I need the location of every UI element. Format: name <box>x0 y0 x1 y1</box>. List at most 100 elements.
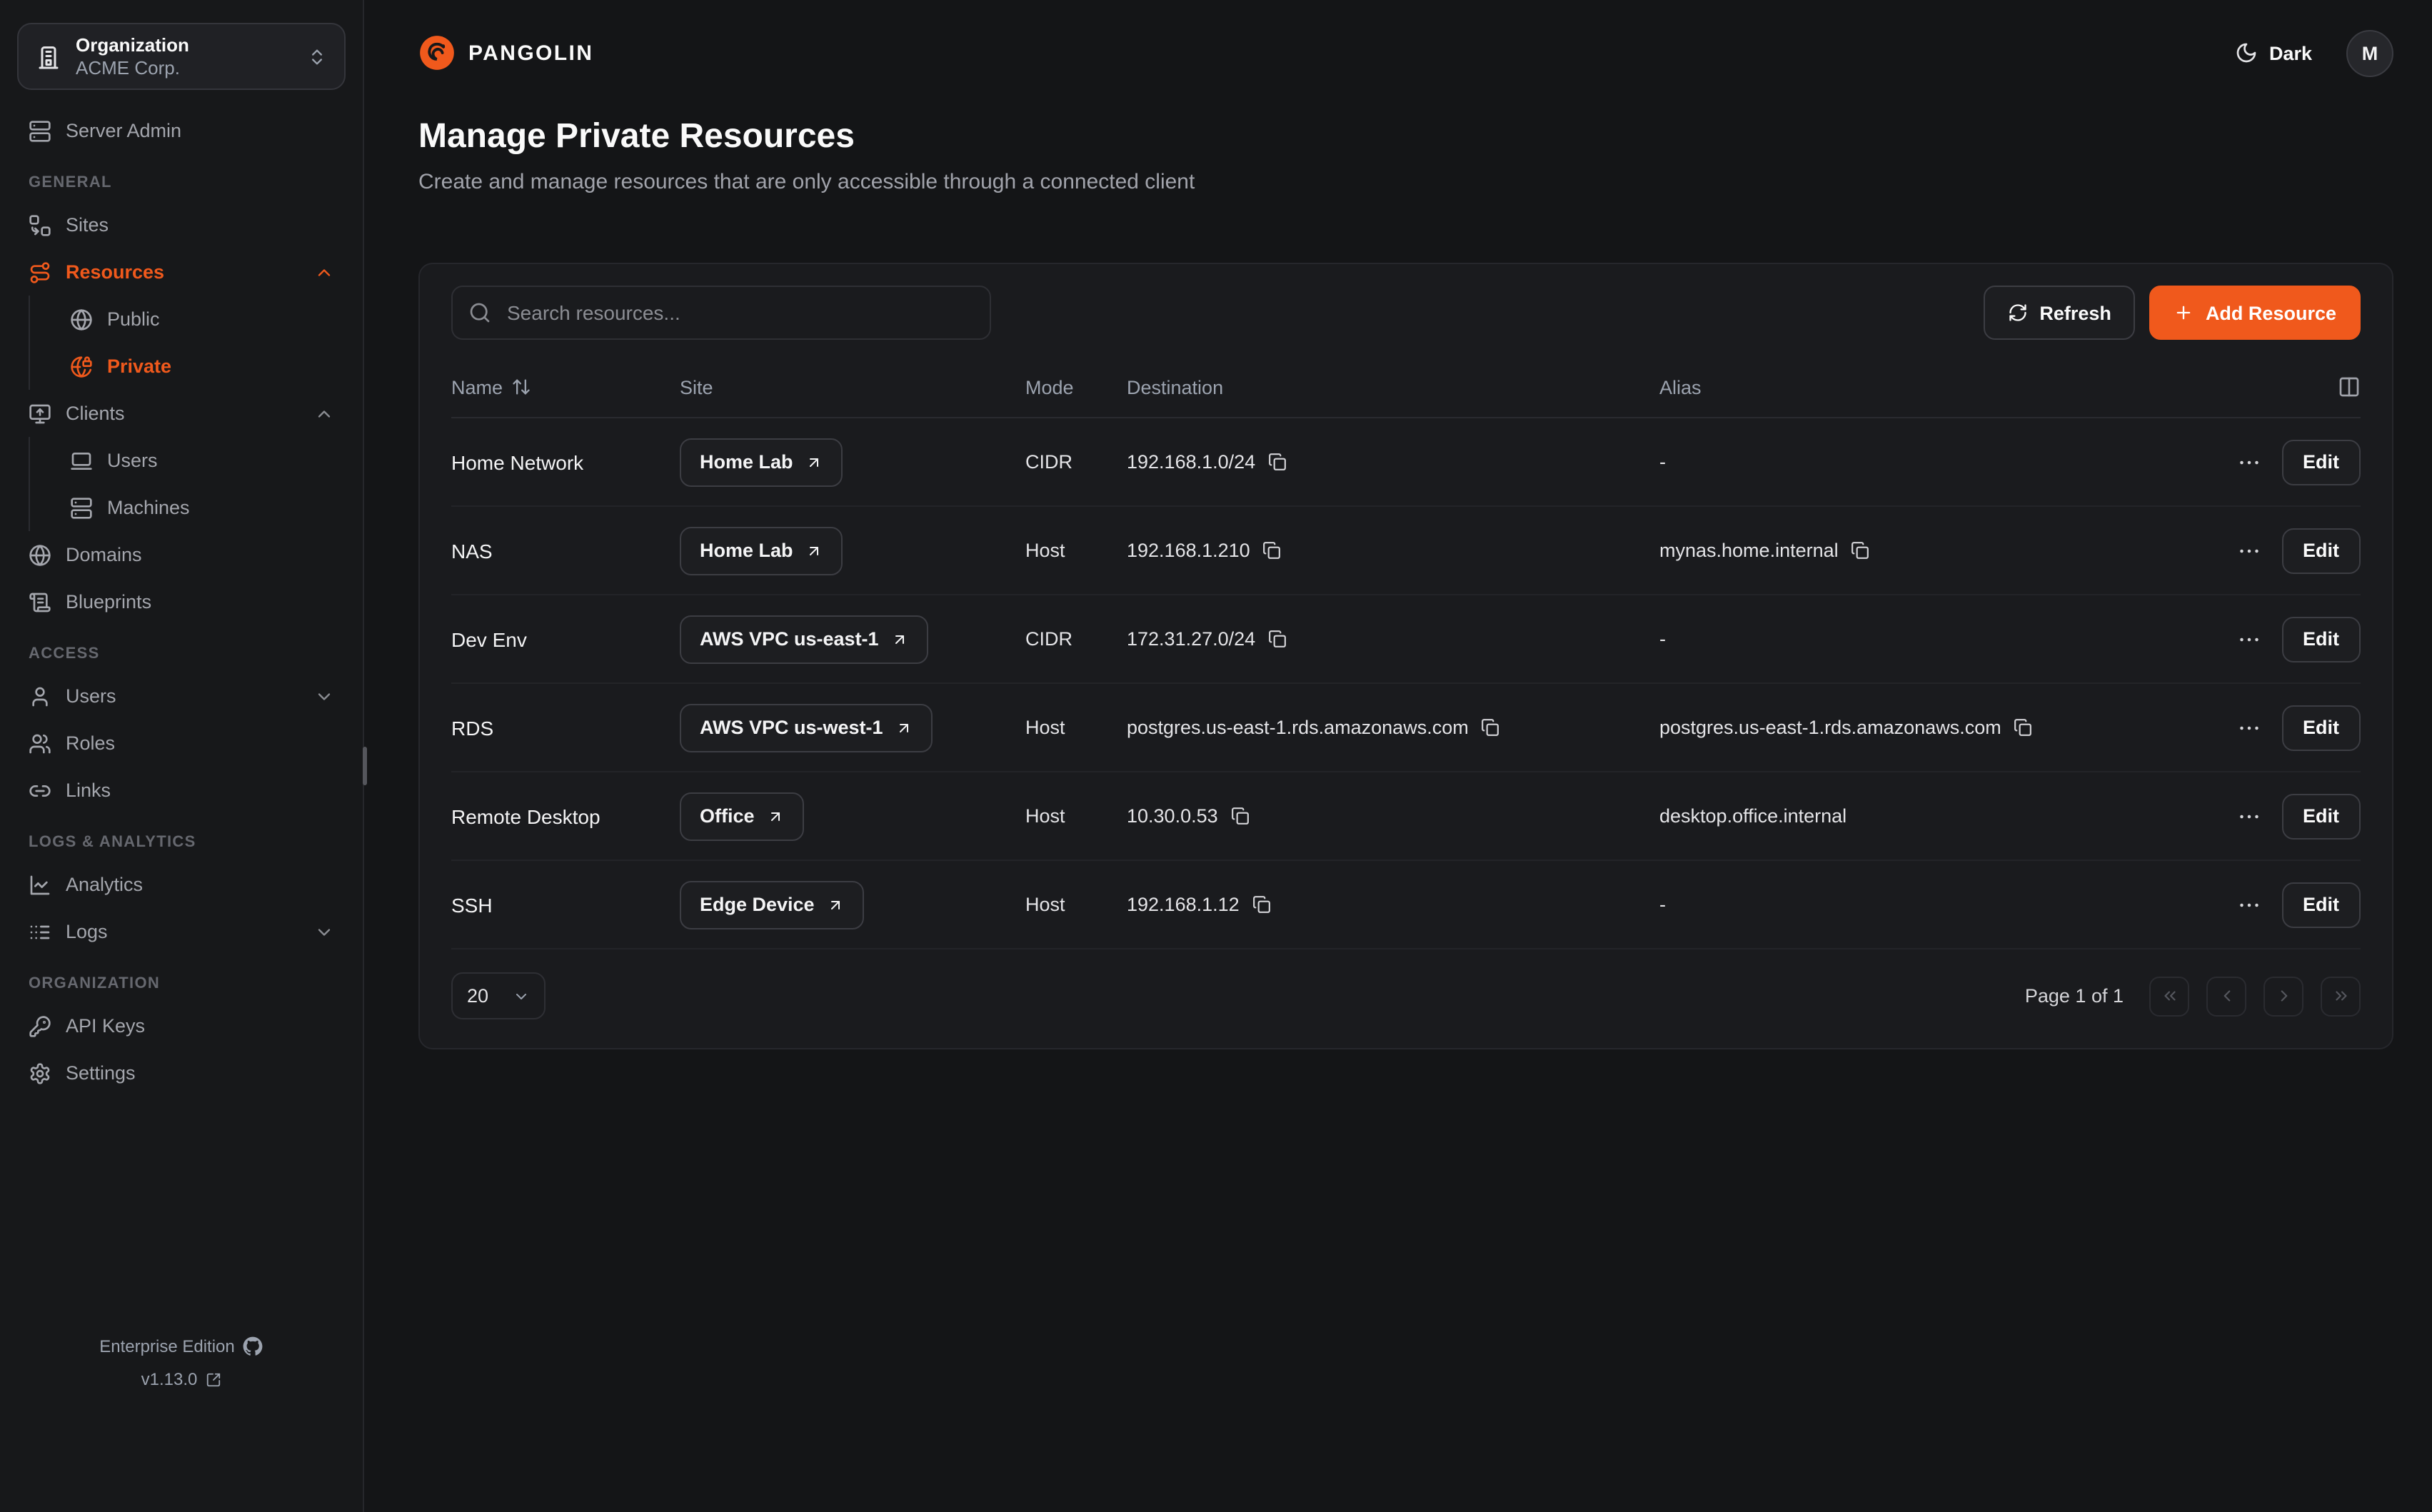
search-icon <box>468 301 491 324</box>
sidebar-item-sites[interactable]: Sites <box>17 201 346 248</box>
edition-label: Enterprise Edition <box>99 1336 234 1356</box>
gear-icon <box>29 1062 51 1084</box>
site-link-button[interactable]: Edge Device <box>680 880 865 929</box>
next-page-button[interactable] <box>2263 976 2303 1016</box>
sidebar-item-server-admin[interactable]: Server Admin <box>17 107 346 154</box>
brand-logo[interactable]: PANGOLIN <box>418 34 593 71</box>
sidebar-item-client-users[interactable]: Users <box>59 437 346 484</box>
sidebar-item-label: Sites <box>66 214 109 236</box>
sidebar-scrollbar[interactable] <box>363 747 367 785</box>
chevrons-up-down-icon <box>307 46 327 66</box>
copy-icon[interactable] <box>1252 895 1271 914</box>
copy-icon[interactable] <box>1268 453 1287 471</box>
columns-toggle-button[interactable] <box>2338 376 2361 398</box>
sidebar-item-machines[interactable]: Machines <box>59 484 346 531</box>
key-icon <box>29 1014 51 1037</box>
row-menu-button[interactable] <box>2236 449 2261 475</box>
edit-button[interactable]: Edit <box>2281 616 2361 662</box>
site-link-button[interactable]: Home Lab <box>680 526 843 575</box>
sidebar-item-label: Analytics <box>66 874 143 895</box>
page-size-value: 20 <box>467 985 488 1007</box>
refresh-button[interactable]: Refresh <box>1984 286 2136 340</box>
sidebar-item-users[interactable]: Users <box>17 672 346 720</box>
sidebar-item-label: Server Admin <box>66 120 181 141</box>
site-link-button[interactable]: Home Lab <box>680 438 843 486</box>
edition-link[interactable]: Enterprise Edition <box>99 1336 263 1356</box>
first-page-button[interactable] <box>2149 976 2189 1016</box>
add-resource-button[interactable]: Add Resource <box>2150 286 2361 340</box>
card-toolbar: Refresh Add Resource <box>451 286 2361 340</box>
chevron-right-icon <box>2274 987 2293 1005</box>
edit-button[interactable]: Edit <box>2281 793 2361 839</box>
chevron-up-icon <box>314 403 334 423</box>
alias-value: - <box>1659 894 1666 915</box>
copy-icon[interactable] <box>1268 630 1287 648</box>
copy-icon[interactable] <box>1482 718 1500 737</box>
row-menu-button[interactable] <box>2236 803 2261 829</box>
sidebar-item-label: Public <box>107 308 160 330</box>
edit-button[interactable]: Edit <box>2281 528 2361 573</box>
row-menu-button[interactable] <box>2236 715 2261 740</box>
edit-button[interactable]: Edit <box>2281 882 2361 927</box>
copy-icon[interactable] <box>1231 807 1250 825</box>
sidebar-item-label: Settings <box>66 1062 136 1084</box>
table-row: Dev Env AWS VPC us-east-1 CIDR 172.31.27… <box>451 595 2361 684</box>
sidebar-item-resources[interactable]: Resources <box>17 248 346 296</box>
sidebar-item-settings[interactable]: Settings <box>17 1049 346 1097</box>
sidebar-footer: Enterprise Edition v1.13.0 <box>17 1336 346 1389</box>
edit-button[interactable]: Edit <box>2281 705 2361 750</box>
last-page-button[interactable] <box>2321 976 2361 1016</box>
version-link[interactable]: v1.13.0 <box>141 1369 222 1389</box>
globe-icon <box>29 543 51 566</box>
app-root: Organization ACME Corp. Server Admin GEN… <box>0 0 2432 1512</box>
org-value: ACME Corp. <box>76 56 293 79</box>
site-link-button[interactable]: AWS VPC us-east-1 <box>680 615 929 663</box>
prev-page-button[interactable] <box>2206 976 2246 1016</box>
resource-name: Dev Env <box>451 628 680 650</box>
sidebar-item-private[interactable]: Private <box>59 343 346 390</box>
avatar[interactable]: M <box>2346 29 2393 76</box>
chevron-down-icon <box>314 922 334 942</box>
search-input[interactable] <box>451 286 991 340</box>
sidebar-item-logs[interactable]: Logs <box>17 908 346 955</box>
sidebar-section-access: ACCESS <box>29 645 334 664</box>
resource-name: Remote Desktop <box>451 805 680 827</box>
sidebar-item-label: Clients <box>66 403 125 424</box>
row-menu-button[interactable] <box>2236 538 2261 563</box>
site-name: AWS VPC us-west-1 <box>700 717 883 738</box>
sidebar-item-api-keys[interactable]: API Keys <box>17 1002 346 1049</box>
org-switcher[interactable]: Organization ACME Corp. <box>17 23 346 90</box>
sort-icon[interactable] <box>511 377 531 397</box>
edit-button[interactable]: Edit <box>2281 439 2361 485</box>
alias-value: postgres.us-east-1.rds.amazonaws.com <box>1659 717 2001 738</box>
refresh-icon <box>2008 303 2028 323</box>
copy-icon[interactable] <box>1263 541 1282 560</box>
copy-icon[interactable] <box>1851 541 1870 560</box>
site-name: Office <box>700 805 755 827</box>
resources-table: Name Site Mode Destination Alias Home Ne… <box>451 357 2361 949</box>
sidebar-item-label: Roles <box>66 732 115 754</box>
refresh-label: Refresh <box>2039 302 2111 323</box>
sidebar-item-blueprints[interactable]: Blueprints <box>17 578 346 625</box>
version-label: v1.13.0 <box>141 1369 198 1389</box>
add-resource-label: Add Resource <box>2206 302 2336 323</box>
copy-icon[interactable] <box>2014 718 2033 737</box>
user-icon <box>29 685 51 707</box>
chart-line-icon <box>29 873 51 896</box>
sidebar-item-domains[interactable]: Domains <box>17 531 346 578</box>
sidebar-item-roles[interactable]: Roles <box>17 720 346 767</box>
sidebar-item-public[interactable]: Public <box>59 296 346 343</box>
theme-toggle[interactable]: Dark <box>2235 41 2312 64</box>
resource-mode: Host <box>1025 717 1127 738</box>
row-menu-button[interactable] <box>2236 892 2261 917</box>
row-menu-button[interactable] <box>2236 626 2261 652</box>
clients-subnav: Users Machines <box>29 437 346 531</box>
page-size-select[interactable]: 20 <box>451 972 546 1019</box>
site-link-button[interactable]: Office <box>680 792 805 840</box>
sidebar-item-clients[interactable]: Clients <box>17 390 346 437</box>
sidebar-item-links[interactable]: Links <box>17 767 346 814</box>
sidebar-item-analytics[interactable]: Analytics <box>17 861 346 908</box>
site-link-button[interactable]: AWS VPC us-west-1 <box>680 703 933 752</box>
sidebar-item-label: Domains <box>66 544 142 565</box>
sidebar-item-label: Links <box>66 780 111 801</box>
